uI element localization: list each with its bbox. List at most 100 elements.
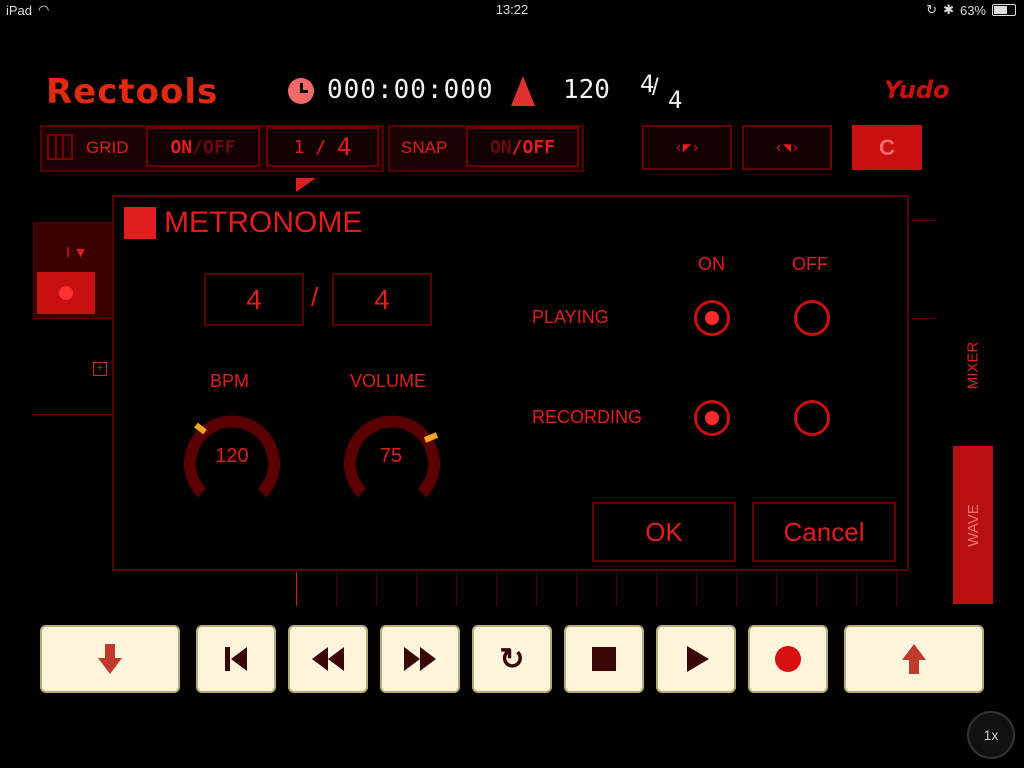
mixer-tab[interactable]: MIXER: [953, 310, 993, 420]
bpm-label: BPM: [210, 371, 250, 391]
zoom-out-button[interactable]: ‹◤›: [642, 125, 732, 170]
arrow-down-icon: [98, 644, 122, 674]
brand-logo: Yudo: [884, 76, 950, 104]
wave-tab[interactable]: WAVE: [953, 446, 993, 604]
grid-value-num: 1: [293, 136, 305, 158]
status-bar: iPad ◠ 13:22 ↻ ✱ 63%: [0, 0, 1024, 20]
playing-on-radio[interactable]: [694, 300, 730, 336]
track-divider: [33, 414, 113, 415]
track-divider-right: [911, 220, 937, 221]
loop-button[interactable]: ↻: [472, 625, 552, 693]
ruler-tick: [296, 572, 297, 606]
tempo-value[interactable]: 120: [563, 75, 610, 105]
stop-button[interactable]: [564, 625, 644, 693]
fast-forward-icon: [404, 647, 436, 671]
loop-icon: ↻: [499, 642, 525, 676]
off-column-label: OFF: [792, 254, 828, 274]
snap-off-text: OFF: [522, 136, 556, 158]
sig-denominator-field[interactable]: 4: [332, 273, 432, 326]
rewind-icon: [312, 647, 344, 671]
ok-button[interactable]: OK: [592, 502, 736, 562]
ruler-tick: [696, 572, 697, 606]
track-dropdown-icon[interactable]: I ▼: [66, 244, 88, 260]
track-divider-right-2: [911, 318, 937, 319]
on-column-label: ON: [698, 254, 725, 274]
playing-label: PLAYING: [532, 307, 609, 327]
ruler-tick: [456, 572, 457, 606]
zoom-out-icon: ‹◤›: [674, 139, 700, 156]
app-logo: Rectools: [46, 72, 219, 112]
ruler-tick: [576, 572, 577, 606]
ruler-tick: [496, 572, 497, 606]
grid-icon: [47, 134, 73, 160]
rewind-button[interactable]: [288, 625, 368, 693]
skip-to-start-button[interactable]: [196, 625, 276, 693]
radio-selected-dot: [705, 311, 719, 325]
play-icon: [687, 646, 709, 672]
zoom-in-button[interactable]: ‹◥›: [742, 125, 832, 170]
playing-off-radio[interactable]: [794, 300, 830, 336]
volume-label: VOLUME: [350, 371, 427, 391]
recording-off-radio[interactable]: [794, 400, 830, 436]
bpm-value: 120: [215, 445, 249, 467]
add-track-icon[interactable]: +: [93, 362, 107, 376]
cancel-button[interactable]: Cancel: [752, 502, 896, 562]
record-icon: [775, 646, 801, 672]
zoom-in-icon: ‹◥›: [774, 139, 800, 156]
fast-forward-button[interactable]: [380, 625, 460, 693]
grid-label: GRID: [86, 138, 129, 157]
grid-on-text: ON: [170, 136, 193, 158]
snap-label: SNAP: [401, 138, 448, 157]
ruler-tick: [416, 572, 417, 606]
time-sig-bottom: 4: [668, 86, 683, 114]
time-sig-slash: /: [652, 74, 659, 101]
playhead-marker[interactable]: [296, 178, 316, 192]
grid-value-den: 4: [336, 133, 352, 161]
ruler-tick: [856, 572, 857, 606]
battery-icon: [992, 4, 1016, 16]
grid-value-slash: /: [315, 136, 327, 158]
rotation-lock-icon: ↻: [926, 2, 938, 17]
playback-speed-button[interactable]: 1x: [967, 711, 1015, 759]
snap-toggle[interactable]: ON / OFF: [466, 127, 579, 167]
metronome-icon[interactable]: [511, 76, 535, 106]
grid-value-button[interactable]: 1 / 4: [266, 127, 379, 167]
ruler-tick: [336, 572, 337, 606]
timecode: 000:00:000: [327, 75, 494, 105]
play-button[interactable]: [656, 625, 736, 693]
clock-icon: [288, 78, 314, 104]
dialog-title-icon: [124, 207, 156, 239]
bluetooth-icon: ✱: [943, 2, 954, 17]
ruler-tick: [736, 572, 737, 606]
sig-slash: /: [311, 282, 319, 312]
sig-numerator-field[interactable]: 4: [204, 273, 304, 326]
volume-value: 75: [379, 445, 403, 467]
c-button[interactable]: C: [852, 125, 922, 170]
grid-off-text: OFF: [203, 136, 236, 158]
skip-start-icon: [225, 647, 247, 671]
record-button[interactable]: [748, 625, 828, 693]
stop-icon: [592, 647, 616, 671]
wave-tab-label: WAVE: [964, 503, 982, 547]
scroll-down-button[interactable]: [40, 625, 180, 693]
status-time: 13:22: [495, 2, 529, 17]
recording-on-radio[interactable]: [694, 400, 730, 436]
ruler-tick: [896, 572, 897, 606]
snap-slash: /: [511, 136, 523, 158]
record-dot-icon: [59, 286, 73, 300]
grid-toggle[interactable]: ON / OFF: [146, 127, 260, 167]
dialog-title: METRONOME: [164, 206, 363, 239]
ruler-tick: [656, 572, 657, 606]
ruler-tick: [616, 572, 617, 606]
ruler-tick: [376, 572, 377, 606]
radio-selected-dot: [705, 411, 719, 425]
grid-slash: /: [192, 136, 203, 158]
ruler-tick: [536, 572, 537, 606]
arrow-up-icon: [902, 644, 926, 674]
scroll-up-button[interactable]: [844, 625, 984, 693]
track-record-button[interactable]: [37, 272, 95, 314]
mixer-tab-label: MIXER: [964, 341, 982, 389]
recording-label: RECORDING: [532, 407, 643, 427]
battery-percent: 63%: [959, 2, 986, 18]
ruler-tick: [776, 572, 777, 606]
